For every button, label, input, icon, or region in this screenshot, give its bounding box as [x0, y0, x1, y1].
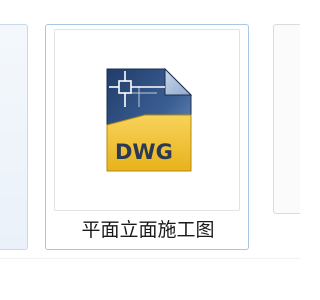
- file-type-badge: DWG: [115, 140, 173, 164]
- file-grid: DWG 平面立面施工图: [0, 0, 300, 300]
- file-tile-selected[interactable]: DWG 平面立面施工图: [45, 24, 249, 250]
- file-name-label: 平面立面施工图: [81, 219, 215, 241]
- neighbor-file-tile-right[interactable]: [273, 24, 300, 214]
- file-thumbnail[interactable]: DWG: [54, 29, 240, 211]
- neighbor-file-tile-left[interactable]: [0, 24, 28, 250]
- dwg-file-icon: DWG: [105, 67, 193, 177]
- divider: [0, 258, 300, 259]
